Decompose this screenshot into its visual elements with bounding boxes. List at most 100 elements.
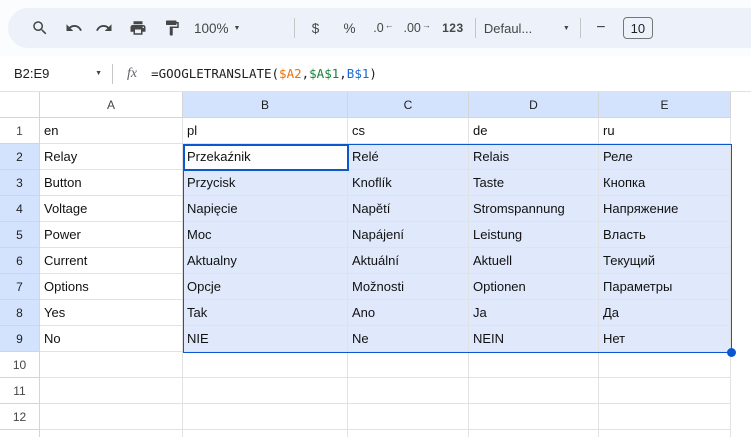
- row-header-10[interactable]: 10: [0, 352, 40, 378]
- cell-C9[interactable]: Ne: [348, 326, 469, 352]
- cell-C11[interactable]: [348, 378, 469, 404]
- cell-C10[interactable]: [348, 352, 469, 378]
- cell-E3[interactable]: Кнопка: [599, 170, 731, 196]
- fill-handle[interactable]: [727, 348, 736, 357]
- cell-A3[interactable]: Button: [40, 170, 183, 196]
- cell-A10[interactable]: [40, 352, 183, 378]
- row-header-4[interactable]: 4: [0, 196, 40, 222]
- cell-E10[interactable]: [599, 352, 731, 378]
- cell-B2[interactable]: Przekaźnik: [183, 144, 348, 170]
- cell-C3[interactable]: Knoflík: [348, 170, 469, 196]
- cell-A6[interactable]: Current: [40, 248, 183, 274]
- cell-C12[interactable]: [348, 404, 469, 430]
- cell-A5[interactable]: Power: [40, 222, 183, 248]
- column-header-E[interactable]: E: [599, 92, 731, 118]
- cell-A11[interactable]: [40, 378, 183, 404]
- cell-partial[interactable]: [469, 430, 599, 437]
- row-header-6[interactable]: 6: [0, 248, 40, 274]
- row-header-3[interactable]: 3: [0, 170, 40, 196]
- cell-B4[interactable]: Napięcie: [183, 196, 348, 222]
- row-header-9[interactable]: 9: [0, 326, 40, 352]
- cell-D3[interactable]: Taste: [469, 170, 599, 196]
- print-button[interactable]: [126, 14, 150, 42]
- row-header-7[interactable]: 7: [0, 274, 40, 300]
- cell-B5[interactable]: Moc: [183, 222, 348, 248]
- cell-A4[interactable]: Voltage: [40, 196, 183, 222]
- decrease-font-size-button[interactable]: −: [589, 14, 613, 42]
- row-header-8[interactable]: 8: [0, 300, 40, 326]
- cell-B10[interactable]: [183, 352, 348, 378]
- cell-B1[interactable]: pl: [183, 118, 348, 144]
- cell-A12[interactable]: [40, 404, 183, 430]
- cell-C7[interactable]: Možnosti: [348, 274, 469, 300]
- row-header-5[interactable]: 5: [0, 222, 40, 248]
- cell-C8[interactable]: Ano: [348, 300, 469, 326]
- redo-button[interactable]: [92, 14, 116, 42]
- format-percent-button[interactable]: %: [337, 14, 361, 42]
- cell-C5[interactable]: Napájení: [348, 222, 469, 248]
- column-header-C[interactable]: C: [348, 92, 469, 118]
- cell-B9[interactable]: NIE: [183, 326, 348, 352]
- cell-E2[interactable]: Реле: [599, 144, 731, 170]
- select-all-corner[interactable]: [0, 92, 40, 118]
- cell-D8[interactable]: Ja: [469, 300, 599, 326]
- cell-E11[interactable]: [599, 378, 731, 404]
- column-header-D[interactable]: D: [469, 92, 599, 118]
- cell-partial[interactable]: [348, 430, 469, 437]
- cell-D5[interactable]: Leistung: [469, 222, 599, 248]
- zoom-select[interactable]: 100% ▼: [194, 14, 240, 42]
- cell-D11[interactable]: [469, 378, 599, 404]
- format-currency-button[interactable]: $: [303, 14, 327, 42]
- cell-E8[interactable]: Да: [599, 300, 731, 326]
- cell-D10[interactable]: [469, 352, 599, 378]
- row-header-1[interactable]: 1: [0, 118, 40, 144]
- cell-A7[interactable]: Options: [40, 274, 183, 300]
- cell-D9[interactable]: NEIN: [469, 326, 599, 352]
- cell-D4[interactable]: Stromspannung: [469, 196, 599, 222]
- decrease-decimal-button[interactable]: .0 ←: [371, 14, 395, 42]
- search-button[interactable]: [28, 14, 52, 42]
- cell-C4[interactable]: Napětí: [348, 196, 469, 222]
- cell-A2[interactable]: Relay: [40, 144, 183, 170]
- formula-text[interactable]: =GOOGLETRANSLATE($A2,$A$1,B$1): [151, 66, 377, 81]
- cell-A8[interactable]: Yes: [40, 300, 183, 326]
- increase-decimal-button[interactable]: .00 →: [403, 14, 430, 42]
- cell-C2[interactable]: Relé: [348, 144, 469, 170]
- cell-partial[interactable]: [183, 430, 348, 437]
- cell-A1[interactable]: en: [40, 118, 183, 144]
- cell-D7[interactable]: Optionen: [469, 274, 599, 300]
- cell-C6[interactable]: Aktuální: [348, 248, 469, 274]
- cell-partial[interactable]: [40, 430, 183, 437]
- cell-D1[interactable]: de: [469, 118, 599, 144]
- cell-B12[interactable]: [183, 404, 348, 430]
- row-header-11[interactable]: 11: [0, 378, 40, 404]
- cell-D2[interactable]: Relais: [469, 144, 599, 170]
- cell-E9[interactable]: Нет: [599, 326, 731, 352]
- name-box[interactable]: B2:E9 ▼: [0, 56, 112, 91]
- cell-E5[interactable]: Власть: [599, 222, 731, 248]
- paint-format-button[interactable]: [160, 14, 184, 42]
- row-header-partial[interactable]: [0, 430, 40, 437]
- more-formats-button[interactable]: 123: [441, 14, 465, 42]
- column-header-A[interactable]: A: [40, 92, 183, 118]
- cell-partial[interactable]: [599, 430, 731, 437]
- cell-D12[interactable]: [469, 404, 599, 430]
- cell-B3[interactable]: Przycisk: [183, 170, 348, 196]
- row-header-12[interactable]: 12: [0, 404, 40, 430]
- column-header-B[interactable]: B: [183, 92, 348, 118]
- cell-B6[interactable]: Aktualny: [183, 248, 348, 274]
- row-header-2[interactable]: 2: [0, 144, 40, 170]
- cell-E6[interactable]: Текущий: [599, 248, 731, 274]
- cell-E7[interactable]: Параметры: [599, 274, 731, 300]
- cell-E12[interactable]: [599, 404, 731, 430]
- font-family-select[interactable]: Defaul... ▼: [484, 14, 570, 42]
- cell-A9[interactable]: No: [40, 326, 183, 352]
- cell-B11[interactable]: [183, 378, 348, 404]
- cell-B7[interactable]: Opcje: [183, 274, 348, 300]
- cell-C1[interactable]: cs: [348, 118, 469, 144]
- cell-E1[interactable]: ru: [599, 118, 731, 144]
- undo-button[interactable]: [62, 14, 86, 42]
- font-size-input[interactable]: 10: [622, 17, 653, 39]
- cell-B8[interactable]: Tak: [183, 300, 348, 326]
- cell-D6[interactable]: Aktuell: [469, 248, 599, 274]
